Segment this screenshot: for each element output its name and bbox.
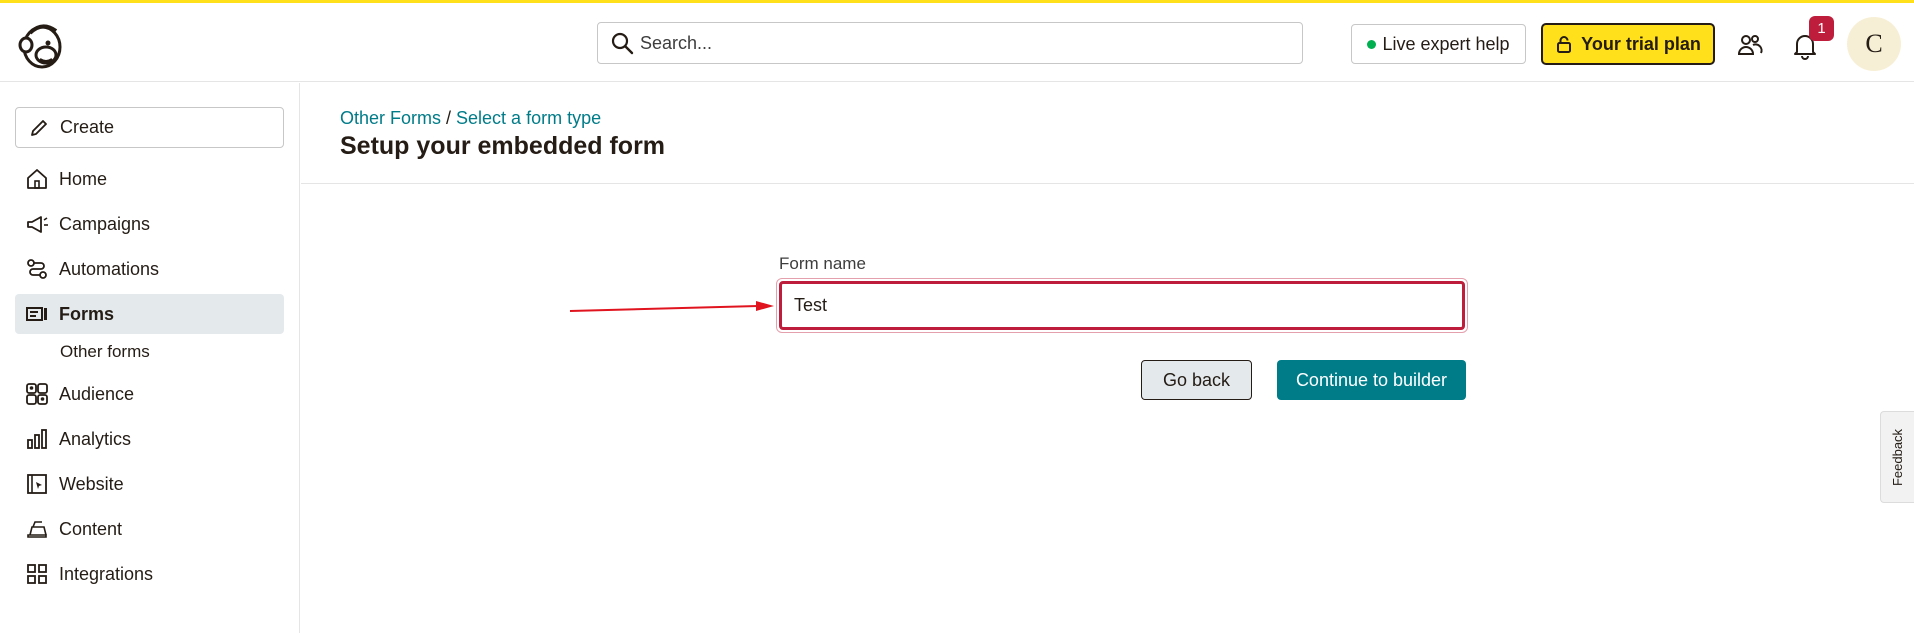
search-icon (611, 32, 634, 55)
breadcrumb-select-form-type-link[interactable]: Select a form type (456, 108, 601, 128)
grid-icon (27, 564, 47, 584)
form-name-input[interactable] (779, 281, 1465, 330)
sidebar-item-campaigns[interactable]: Campaigns (15, 204, 284, 244)
sidebar-item-label: Audience (59, 383, 135, 404)
sidebar-item-label: Integrations (59, 563, 154, 584)
website-icon (27, 474, 47, 494)
create-label: Create (60, 117, 115, 137)
trial-plan-button[interactable]: Your trial plan (1541, 23, 1715, 65)
breadcrumb-other-forms-link[interactable]: Other Forms (340, 108, 441, 128)
sidebar-item-label: Campaigns (59, 213, 151, 234)
sidebar-item-label: Website (59, 473, 124, 494)
sidebar-item-label: Automations (59, 258, 160, 279)
breadcrumb-separator: / (441, 108, 457, 128)
bar-chart-icon (27, 429, 47, 449)
feedback-label: Feedback (1890, 428, 1905, 486)
user-avatar[interactable]: C (1847, 17, 1901, 71)
live-expert-help-button[interactable]: Live expert help (1351, 24, 1526, 64)
content-icon (27, 521, 47, 538)
sidebar-item-label: Content (59, 518, 123, 539)
sidebar-item-automations[interactable]: Automations (15, 249, 284, 289)
sidebar-item-forms[interactable]: Forms (15, 294, 284, 334)
sidebar-item-audience[interactable]: Audience (15, 374, 284, 414)
sidebar: Create Home Campaigns Automations Forms … (0, 83, 300, 633)
search-bar[interactable] (597, 22, 1303, 64)
breadcrumb: Other Forms / Select a form type (340, 108, 601, 129)
continue-to-builder-button[interactable]: Continue to builder (1277, 360, 1466, 400)
page-title: Setup your embedded form (340, 132, 666, 160)
notification-count-badge: 1 (1809, 16, 1834, 41)
sidebar-item-content[interactable]: Content (15, 509, 284, 549)
online-status-dot-icon (1367, 39, 1377, 49)
sidebar-item-label: Forms (59, 303, 115, 324)
trial-plan-label: Your trial plan (1581, 33, 1701, 54)
sidebar-item-label: Analytics (59, 428, 132, 449)
megaphone-icon (27, 216, 48, 233)
live-expert-help-label: Live expert help (1382, 33, 1510, 54)
sidebar-item-home[interactable]: Home (15, 159, 284, 199)
feedback-tab[interactable]: Feedback (1880, 411, 1914, 503)
sidebar-item-website[interactable]: Website (15, 464, 284, 504)
form-name-label: Form name (779, 254, 866, 273)
home-icon (27, 169, 47, 189)
go-back-button[interactable]: Go back (1141, 360, 1252, 400)
audience-icon (26, 383, 48, 405)
pencil-icon (31, 119, 47, 136)
sidebar-item-label: Home (59, 168, 108, 189)
sidebar-subitem-other-forms[interactable]: Other forms (60, 342, 150, 362)
team-people-icon[interactable] (1737, 32, 1763, 58)
automation-icon (27, 259, 47, 279)
annotation-arrow-icon (569, 301, 774, 312)
create-button[interactable]: Create (15, 107, 284, 148)
search-input[interactable] (640, 32, 1240, 54)
forms-icon (26, 307, 47, 321)
mailchimp-logo-icon[interactable] (16, 19, 64, 71)
page-header: Other Forms / Select a form type Setup y… (301, 83, 1914, 184)
sidebar-item-analytics[interactable]: Analytics (15, 419, 284, 459)
top-bar: Live expert help Your trial plan 1 C (0, 3, 1914, 82)
sidebar-item-integrations[interactable]: Integrations (15, 554, 284, 594)
lock-icon (1557, 36, 1572, 53)
